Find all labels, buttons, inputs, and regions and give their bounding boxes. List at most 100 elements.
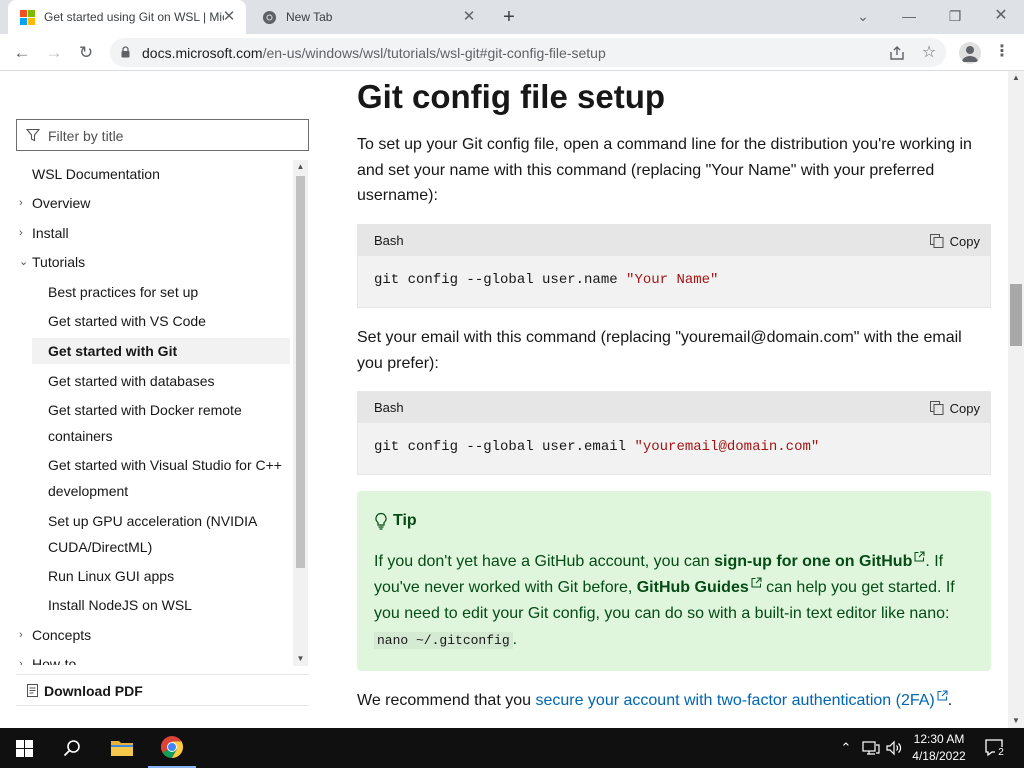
toc-item-install[interactable]: › Install: [16, 220, 272, 246]
tip-heading: Tip: [374, 512, 417, 530]
github-signup-link[interactable]: sign-up for one on GitHub: [714, 551, 925, 570]
tab-title: New Tab: [286, 10, 333, 24]
toc-item-vscode[interactable]: Get started with VS Code: [48, 308, 288, 334]
download-pdf-label: Download PDF: [44, 683, 143, 699]
file-explorer-button[interactable]: [98, 728, 146, 768]
microsoft-logo-icon: [20, 10, 35, 25]
toc-item-gpu[interactable]: Set up GPU acceleration (NVIDIA CUDA/Dir…: [48, 508, 268, 560]
github-guides-link[interactable]: GitHub Guides: [637, 577, 762, 596]
window-close-icon[interactable]: ✕: [988, 4, 1014, 28]
volume-icon[interactable]: [885, 739, 903, 757]
chrome-icon: [161, 736, 183, 758]
chrome-icon: [262, 10, 277, 25]
chevron-up-icon[interactable]: ⌃: [838, 739, 854, 757]
forward-arrow-icon[interactable]: →: [41, 40, 67, 66]
toc-item-best-practices[interactable]: Best practices for set up: [48, 279, 288, 305]
external-link-icon: [914, 551, 925, 562]
external-link-icon: [937, 690, 948, 701]
code-language: Bash: [374, 233, 404, 248]
lightbulb-icon: [375, 512, 387, 530]
code-line: git config --global user.email "youremai…: [374, 439, 820, 455]
url-text: docs.microsoft.com/en-us/windows/wsl/tut…: [142, 45, 606, 61]
toc-item-databases[interactable]: Get started with databases: [48, 368, 288, 394]
address-bar[interactable]: docs.microsoft.com/en-us/windows/wsl/tut…: [110, 38, 946, 67]
folder-icon: [111, 741, 133, 756]
toc-item-tutorials[interactable]: ⌄ Tutorials: [16, 249, 272, 275]
chevron-down-icon: ⌄: [19, 256, 29, 268]
toc-item-gui-apps[interactable]: Run Linux GUI apps: [48, 563, 288, 589]
chevron-right-icon: ›: [19, 227, 23, 239]
profile-icon[interactable]: [959, 42, 981, 64]
toc-item-concepts[interactable]: › Concepts: [16, 622, 272, 648]
clock-time: 12:30 AM: [913, 732, 965, 746]
search-icon: [63, 740, 80, 757]
scrollbar-thumb[interactable]: [296, 176, 305, 568]
filter-icon: [26, 128, 40, 142]
document-icon: [27, 684, 38, 697]
code-block-name: Bash Copy git config --global user.name …: [357, 224, 991, 308]
browser-tab-bar: Get started using Git on WSL | Microsoft…: [0, 0, 1024, 34]
toc-item-visual-studio[interactable]: Get started with Visual Studio for C++ d…: [48, 452, 288, 504]
scroll-down-arrow-icon[interactable]: ▼: [293, 652, 308, 666]
code-header: Bash Copy: [358, 225, 990, 256]
chevron-right-icon: ›: [19, 197, 23, 209]
toc-item-howto[interactable]: › How-to: [16, 651, 272, 665]
back-arrow-icon[interactable]: ←: [9, 40, 35, 66]
scroll-up-arrow-icon[interactable]: ▲: [1008, 71, 1024, 85]
copy-icon: [929, 234, 944, 248]
toc-item-nodejs[interactable]: Install NodeJS on WSL: [48, 592, 288, 618]
minimize-icon[interactable]: —: [896, 4, 922, 28]
browser-toolbar: ← → ↻ docs.microsoft.com/en-us/windows/w…: [0, 34, 1024, 71]
code-header: Bash Copy: [358, 392, 990, 423]
toc-item-overview[interactable]: › Overview: [16, 190, 272, 216]
toc-scrollbar[interactable]: ▲ ▼: [293, 160, 308, 666]
star-icon[interactable]: ☆: [920, 44, 938, 62]
close-icon[interactable]: ✕: [220, 8, 238, 26]
page-scrollbar[interactable]: ▲ ▼: [1008, 71, 1024, 728]
filter-box[interactable]: [16, 119, 309, 151]
restore-icon[interactable]: ❐: [942, 4, 968, 28]
two-factor-auth-link[interactable]: secure your account with two-factor auth…: [535, 690, 948, 709]
notification-button[interactable]: 2: [983, 736, 1007, 760]
more-menu-icon[interactable]: ⋮: [994, 40, 1010, 64]
code-line: git config --global user.name "Your Name…: [374, 272, 719, 288]
windows-taskbar: ⌃ 12:30 AM 4/18/2022 2: [0, 728, 1024, 768]
filter-input[interactable]: [48, 126, 298, 146]
chevron-right-icon: ›: [19, 629, 23, 641]
reload-icon[interactable]: ↻: [73, 40, 99, 66]
recommend-paragraph: We recommend that you secure your accoun…: [357, 690, 953, 709]
close-icon[interactable]: ✕: [460, 8, 478, 26]
section-heading: Git config file setup: [357, 78, 666, 115]
scroll-down-arrow-icon[interactable]: ▼: [1008, 714, 1024, 728]
copy-button[interactable]: Copy: [929, 398, 980, 418]
table-of-contents: WSL Documentation › Overview › Install ⌄ Tu…: [16, 159, 292, 665]
chevron-down-icon[interactable]: ⌄: [850, 4, 876, 28]
windows-logo-icon: [15, 739, 33, 757]
scrollbar-thumb[interactable]: [1010, 284, 1022, 346]
page-content: WSL Documentation ›Overview ›Install ⌄Tu…: [0, 71, 1024, 728]
clock[interactable]: 12:30 AM 4/18/2022: [903, 731, 975, 765]
tab-title: Get started using Git on WSL | Microsoft…: [44, 10, 224, 24]
code-language: Bash: [374, 400, 404, 415]
share-icon[interactable]: [888, 44, 906, 62]
copy-icon: [929, 401, 944, 415]
lock-icon: [121, 46, 130, 58]
toc-item-git-selected[interactable]: Get started with Git: [32, 338, 290, 364]
chrome-taskbar-button[interactable]: [148, 728, 196, 768]
inline-code: nano ~/.gitconfig: [374, 632, 513, 649]
network-icon[interactable]: [861, 739, 881, 757]
tip-callout: Tip If you don't yet have a GitHub accou…: [357, 491, 991, 671]
toc-item-wsl-documentation[interactable]: WSL Documentation: [32, 161, 288, 187]
tab-new-tab[interactable]: New Tab ✕: [250, 0, 486, 34]
tab-active[interactable]: Get started using Git on WSL | Microsoft…: [8, 0, 246, 34]
chevron-right-icon: ›: [19, 658, 23, 665]
copy-button[interactable]: Copy: [929, 231, 980, 251]
start-button[interactable]: [0, 728, 48, 768]
scroll-up-arrow-icon[interactable]: ▲: [293, 160, 308, 174]
new-tab-button[interactable]: +: [497, 6, 521, 28]
download-pdf-button[interactable]: Download PDF: [16, 674, 309, 706]
toc-item-docker[interactable]: Get started with Docker remote container…: [48, 397, 268, 449]
notification-count: 2: [995, 747, 1007, 759]
tip-body: If you don't yet have a GitHub account, …: [374, 551, 955, 649]
search-button[interactable]: [48, 728, 96, 768]
